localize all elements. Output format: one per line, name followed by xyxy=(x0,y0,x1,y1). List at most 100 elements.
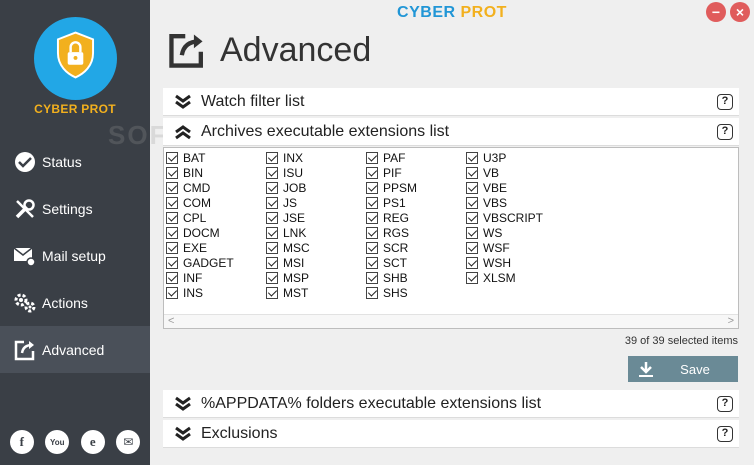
checkbox-checked-icon[interactable] xyxy=(466,151,478,164)
extension-checkbox[interactable]: COM xyxy=(166,195,234,210)
extension-checkbox[interactable]: XLSM xyxy=(466,270,543,285)
checkbox-checked-icon[interactable] xyxy=(366,151,378,164)
help-icon[interactable]: ? xyxy=(717,94,733,110)
checkbox-checked-icon[interactable] xyxy=(266,196,278,209)
checkbox-checked-icon[interactable] xyxy=(166,196,178,209)
checkbox-checked-icon[interactable] xyxy=(466,181,478,194)
extension-checkbox[interactable]: VBSCRIPT xyxy=(466,210,543,225)
extension-checkbox[interactable]: CMD xyxy=(166,180,234,195)
section-watch-filter[interactable]: Watch filter list ? xyxy=(163,88,739,116)
help-icon[interactable]: ? xyxy=(717,124,733,140)
extension-checkbox[interactable]: MSP xyxy=(266,270,310,285)
extension-checkbox[interactable]: JS xyxy=(266,195,310,210)
checkbox-checked-icon[interactable] xyxy=(266,226,278,239)
youtube-icon[interactable]: You xyxy=(45,430,70,454)
extension-checkbox[interactable]: CPL xyxy=(166,210,234,225)
checkbox-checked-icon[interactable] xyxy=(166,256,178,269)
extension-checkbox[interactable]: JOB xyxy=(266,180,310,195)
checkbox-checked-icon[interactable] xyxy=(366,226,378,239)
checkbox-checked-icon[interactable] xyxy=(166,286,178,299)
checkbox-checked-icon[interactable] xyxy=(366,211,378,224)
checkbox-checked-icon[interactable] xyxy=(366,256,378,269)
sidebar-item-advanced[interactable]: Advanced xyxy=(0,326,150,373)
scroll-right-icon[interactable]: > xyxy=(728,315,734,328)
checkbox-checked-icon[interactable] xyxy=(366,241,378,254)
checkbox-checked-icon[interactable] xyxy=(266,166,278,179)
checkbox-checked-icon[interactable] xyxy=(466,166,478,179)
help-icon[interactable]: ? xyxy=(717,426,733,442)
checkbox-checked-icon[interactable] xyxy=(466,226,478,239)
extension-checkbox[interactable]: WSF xyxy=(466,240,543,255)
extension-checkbox[interactable]: BAT xyxy=(166,150,234,165)
help-icon[interactable]: ? xyxy=(717,396,733,412)
save-button[interactable]: Save xyxy=(628,356,738,382)
extension-checkbox[interactable]: REG xyxy=(366,210,417,225)
checkbox-checked-icon[interactable] xyxy=(266,181,278,194)
extension-checkbox[interactable]: PAF xyxy=(366,150,417,165)
extension-checkbox[interactable]: SHS xyxy=(366,285,417,300)
checkbox-checked-icon[interactable] xyxy=(466,196,478,209)
checkbox-checked-icon[interactable] xyxy=(266,151,278,164)
extension-checkbox[interactable]: WS xyxy=(466,225,543,240)
checkbox-checked-icon[interactable] xyxy=(166,181,178,194)
extension-checkbox[interactable]: MSI xyxy=(266,255,310,270)
email-icon[interactable]: ✉ xyxy=(116,430,141,454)
extension-checkbox[interactable]: INX xyxy=(266,150,310,165)
extension-checkbox[interactable]: SCT xyxy=(366,255,417,270)
extension-checkbox[interactable]: EXE xyxy=(166,240,234,255)
extension-checkbox[interactable]: U3P xyxy=(466,150,543,165)
sidebar-item-settings[interactable]: Settings xyxy=(0,185,150,232)
extension-checkbox[interactable]: INS xyxy=(166,285,234,300)
extension-checkbox[interactable]: SCR xyxy=(366,240,417,255)
extension-checkbox[interactable]: RGS xyxy=(366,225,417,240)
extension-checkbox[interactable]: MST xyxy=(266,285,310,300)
checkbox-checked-icon[interactable] xyxy=(166,211,178,224)
extension-checkbox[interactable]: SHB xyxy=(366,270,417,285)
extension-checkbox[interactable]: DOCM xyxy=(166,225,234,240)
section-appdata[interactable]: %APPDATA% folders executable extensions … xyxy=(163,390,739,418)
extension-checkbox[interactable]: PIF xyxy=(366,165,417,180)
checkbox-checked-icon[interactable] xyxy=(366,181,378,194)
close-button[interactable]: × xyxy=(730,2,750,22)
minimize-button[interactable]: − xyxy=(706,2,726,22)
checkbox-checked-icon[interactable] xyxy=(166,166,178,179)
checkbox-checked-icon[interactable] xyxy=(266,271,278,284)
section-exclusions[interactable]: Exclusions ? xyxy=(163,420,739,448)
checkbox-checked-icon[interactable] xyxy=(366,166,378,179)
checkbox-checked-icon[interactable] xyxy=(466,211,478,224)
sidebar-item-status[interactable]: Status xyxy=(0,138,150,185)
extensions-list[interactable]: BAT BIN CMD COM CPL DOCM EXE GADGET INF INS INX IS… xyxy=(163,147,739,329)
extension-checkbox[interactable]: INF xyxy=(166,270,234,285)
checkbox-checked-icon[interactable] xyxy=(466,271,478,284)
sidebar-item-mail-setup[interactable]: Mail setup xyxy=(0,232,150,279)
extension-checkbox[interactable]: PPSM xyxy=(366,180,417,195)
extension-checkbox[interactable]: MSC xyxy=(266,240,310,255)
sidebar-item-actions[interactable]: Actions xyxy=(0,279,150,326)
checkbox-checked-icon[interactable] xyxy=(266,286,278,299)
checkbox-checked-icon[interactable] xyxy=(466,256,478,269)
extension-checkbox[interactable]: JSE xyxy=(266,210,310,225)
checkbox-checked-icon[interactable] xyxy=(266,256,278,269)
scroll-left-icon[interactable]: < xyxy=(168,315,174,328)
horizontal-scrollbar[interactable]: < > xyxy=(164,314,738,328)
internet-explorer-icon[interactable]: e xyxy=(80,430,105,454)
checkbox-checked-icon[interactable] xyxy=(366,286,378,299)
checkbox-checked-icon[interactable] xyxy=(366,196,378,209)
extension-checkbox[interactable]: VBE xyxy=(466,180,543,195)
checkbox-checked-icon[interactable] xyxy=(166,271,178,284)
extension-checkbox[interactable]: ISU xyxy=(266,165,310,180)
checkbox-checked-icon[interactable] xyxy=(166,241,178,254)
checkbox-checked-icon[interactable] xyxy=(166,226,178,239)
extension-checkbox[interactable]: BIN xyxy=(166,165,234,180)
checkbox-checked-icon[interactable] xyxy=(266,211,278,224)
checkbox-checked-icon[interactable] xyxy=(266,241,278,254)
extension-checkbox[interactable]: LNK xyxy=(266,225,310,240)
checkbox-checked-icon[interactable] xyxy=(366,271,378,284)
extension-checkbox[interactable]: VBS xyxy=(466,195,543,210)
extension-checkbox[interactable]: VB xyxy=(466,165,543,180)
extension-checkbox[interactable]: WSH xyxy=(466,255,543,270)
facebook-icon[interactable]: f xyxy=(9,430,34,454)
checkbox-checked-icon[interactable] xyxy=(466,241,478,254)
checkbox-checked-icon[interactable] xyxy=(166,151,178,164)
extension-checkbox[interactable]: GADGET xyxy=(166,255,234,270)
